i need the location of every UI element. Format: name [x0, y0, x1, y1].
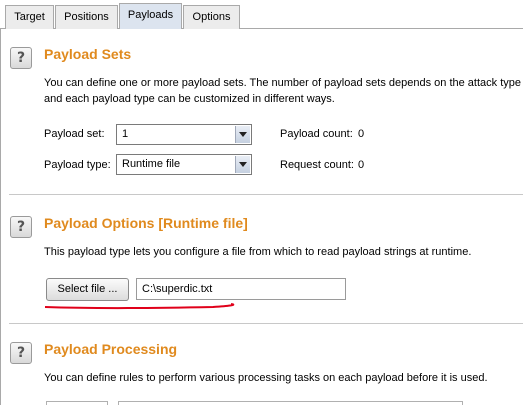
- payload-sets-description-line1: You can define one or more payload sets.…: [44, 77, 523, 89]
- payloads-panel: ? Payload Sets You can define one or mor…: [0, 29, 523, 405]
- payload-processing-description: You can define rules to perform various …: [44, 372, 488, 384]
- tab-options[interactable]: Options: [183, 5, 240, 29]
- processing-rules-table: [118, 401, 463, 405]
- payload-options-description: This payload type lets you configure a f…: [44, 246, 472, 258]
- chevron-down-icon[interactable]: [235, 156, 250, 173]
- help-icon[interactable]: ?: [10, 47, 32, 69]
- tab-payloads[interactable]: Payloads: [119, 3, 182, 30]
- payload-set-label: Payload set:: [44, 128, 105, 140]
- payload-sets-title: Payload Sets: [44, 46, 132, 62]
- help-icon[interactable]: ?: [10, 342, 32, 364]
- payload-options-title: Payload Options [Runtime file]: [44, 215, 248, 231]
- payload-type-label: Payload type:: [44, 159, 111, 171]
- select-file-button[interactable]: Select file ...: [46, 278, 129, 301]
- help-icon[interactable]: ?: [10, 216, 32, 238]
- payload-type-value: Runtime file: [122, 158, 181, 170]
- request-count-value: 0: [358, 159, 365, 171]
- payload-set-value: 1: [122, 128, 129, 140]
- tab-positions[interactable]: Positions: [55, 5, 118, 29]
- payload-sets-description-line2: and each payload type can be customized …: [44, 93, 335, 105]
- file-path-field[interactable]: C:\superdic.txt: [136, 278, 346, 300]
- payload-count-label: Payload count:: [280, 128, 353, 140]
- payload-count-value: 0: [358, 128, 365, 140]
- section-divider: [9, 194, 523, 195]
- payload-processing-title: Payload Processing: [44, 341, 178, 357]
- request-count-label: Request count:: [280, 159, 354, 171]
- red-underline-annotation: [44, 303, 235, 310]
- payload-set-select[interactable]: 1: [116, 124, 252, 145]
- payload-type-select[interactable]: Runtime file: [116, 154, 252, 175]
- chevron-down-icon[interactable]: [235, 126, 250, 143]
- tab-target[interactable]: Target: [5, 5, 54, 29]
- tab-bar: Target Positions Payloads Options: [0, 0, 523, 30]
- section-divider: [9, 323, 523, 324]
- add-rule-button[interactable]: [46, 401, 108, 405]
